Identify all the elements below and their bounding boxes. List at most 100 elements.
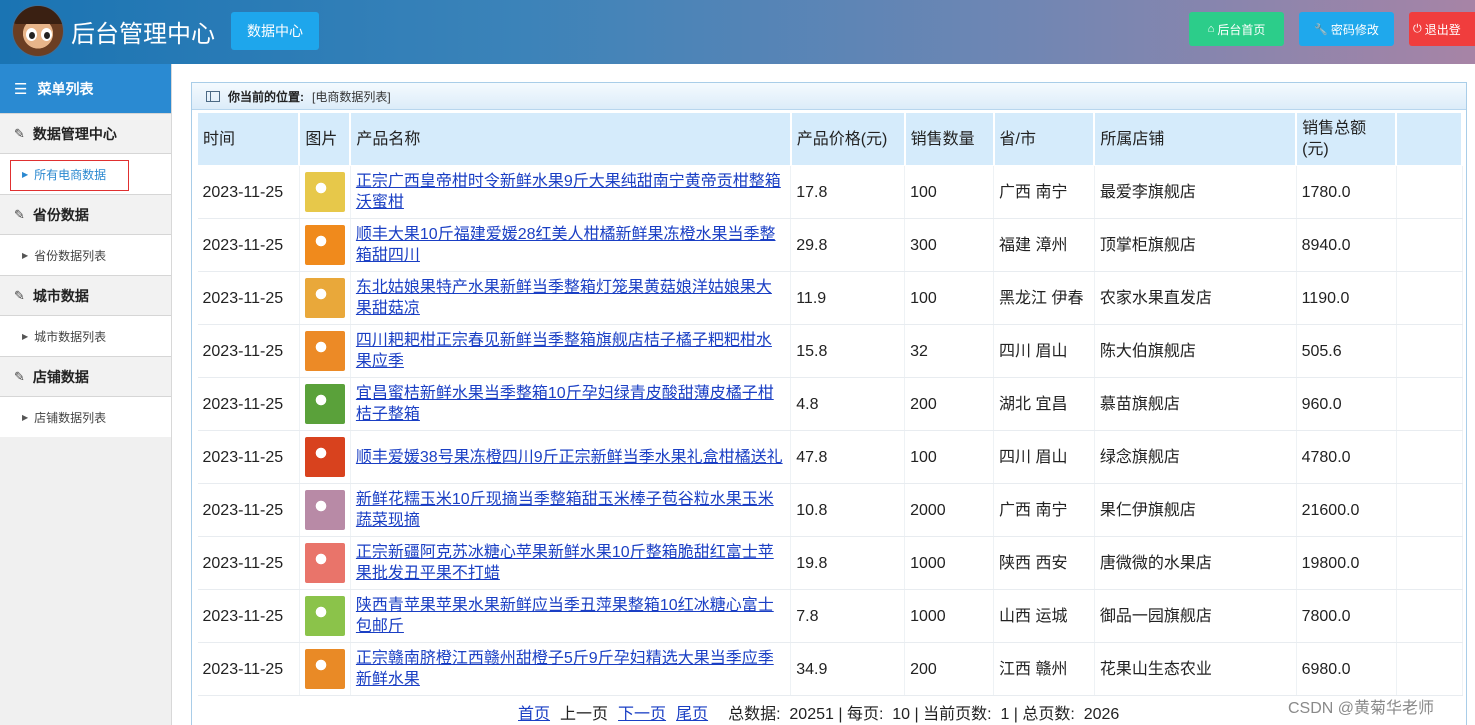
cell-region: 山西 运城 — [993, 589, 1095, 643]
menu-title: ☰ 菜单列表 — [0, 64, 171, 113]
sidebar-item-city-list[interactable]: ▶ 城市数据列表 — [0, 316, 171, 356]
product-name-link[interactable]: 宜昌蜜桔新鲜水果当季整箱10斤孕妇绿青皮酸甜薄皮橘子柑桔子整箱 — [356, 385, 774, 423]
sidebar-group-label: 省份数据 — [32, 206, 89, 223]
sidebar-group-label: 数据管理中心 — [32, 125, 117, 142]
column-header: 图片 — [298, 112, 352, 166]
sidebar-group-province[interactable]: ✎ 省份数据 — [0, 194, 171, 235]
cell-shop: 农家水果直发店 — [1094, 271, 1297, 325]
product-image — [304, 278, 345, 318]
logout-button[interactable]: ⏻ 退出登 — [1409, 12, 1475, 46]
table-row: 2023-11-25 正宗新疆阿克苏冰糖心苹果新鲜水果10斤整箱脆甜红富士苹果批发… — [197, 536, 1463, 590]
cell-quantity: 100 — [904, 271, 995, 325]
cell-empty — [1396, 589, 1463, 643]
edit-icon: ✎ — [14, 287, 25, 303]
cell-time: 2023-11-25 — [197, 483, 300, 537]
next-page-link[interactable]: 下一页 — [618, 700, 666, 724]
breadcrumb-value: [电商数据列表] — [312, 89, 391, 104]
prev-page-text: 上一页 — [560, 706, 609, 723]
table-row: 2023-11-25 顺丰大果10斤福建爱媛28红美人柑橘新鲜果冻橙水果当季整箱甜… — [197, 218, 1463, 272]
cell-quantity: 1000 — [904, 589, 995, 643]
cell-total: 21600.0 — [1296, 483, 1397, 537]
sidebar-group-city[interactable]: ✎ 城市数据 — [0, 275, 171, 316]
sidebar-item-province-list[interactable]: ▶ 省份数据列表 — [0, 235, 171, 275]
cell-region: 陕西 西安 — [993, 536, 1095, 590]
cell-region: 广西 南宁 — [993, 165, 1095, 219]
cell-price: 15.8 — [790, 324, 906, 378]
last-page-link[interactable]: 尾页 — [676, 700, 708, 724]
edit-icon: ✎ — [14, 206, 25, 222]
column-header: 时间 — [197, 112, 301, 166]
cell-total: 960.0 — [1296, 377, 1397, 431]
list-icon: ☰ — [14, 80, 28, 98]
sidebar-group-shop[interactable]: ✎ 店铺数据 — [0, 356, 171, 397]
cell-price: 10.8 — [790, 483, 906, 537]
table-row: 2023-11-25 正宗赣南脐橙江西赣州甜橙子5斤9斤孕妇精选大果当季应季新鲜水… — [197, 642, 1463, 696]
product-name-link[interactable]: 新鲜花糯玉米10斤现摘当季整箱甜玉米棒子苞谷粒水果玉米蔬菜现摘 — [356, 491, 774, 529]
cell-image — [299, 483, 351, 537]
cell-quantity: 2000 — [904, 483, 995, 537]
breadcrumb-label: 你当前的位置: — [228, 89, 304, 104]
caret-right-icon: ▶ — [22, 250, 29, 260]
cell-shop: 绿念旗舰店 — [1094, 430, 1297, 484]
sidebar-group-data-management[interactable]: ✎ 数据管理中心 — [0, 113, 171, 154]
product-name-link[interactable]: 正宗广西皇帝柑时令新鲜水果9斤大果纯甜南宁黄帝贡柑整箱沃蜜柑 — [356, 173, 781, 211]
cell-region: 广西 南宁 — [993, 483, 1095, 537]
caret-right-icon: ▶ — [22, 169, 29, 179]
column-header: 所属店铺 — [1093, 112, 1298, 166]
home-icon: ⌂ — [1207, 23, 1215, 35]
cell-price: 34.9 — [790, 642, 906, 696]
cell-time: 2023-11-25 — [197, 324, 300, 378]
edit-icon: ✎ — [14, 368, 25, 384]
cell-time: 2023-11-25 — [197, 642, 300, 696]
cell-product-name: 顺丰爱媛38号果冻橙四川9斤正宗新鲜当季水果礼盒柑橘送礼 — [350, 430, 792, 484]
sidebar-group-label: 店铺数据 — [32, 368, 89, 385]
cell-product-name: 四川耙耙柑正宗春见新鲜当季整箱旗舰店桔子橘子粑粑柑水果应季 — [350, 324, 792, 378]
product-name-link[interactable]: 顺丰大果10斤福建爱媛28红美人柑橘新鲜果冻橙水果当季整箱甜四川 — [356, 226, 776, 264]
admin-home-label: 后台首页 — [1217, 22, 1266, 37]
cell-region: 江西 赣州 — [993, 642, 1095, 696]
cell-total: 1780.0 — [1296, 165, 1397, 219]
product-name-link[interactable]: 正宗新疆阿克苏冰糖心苹果新鲜水果10斤整箱脆甜红富士苹果批发丑平果不打蜡 — [356, 544, 774, 582]
power-icon: ⏻ — [1413, 22, 1422, 35]
product-name-link[interactable]: 陕西青苹果苹果水果新鲜应当季丑萍果整箱10红冰糖心富士包邮斤 — [356, 597, 774, 635]
data-center-button[interactable]: 数据中心 — [231, 12, 319, 50]
sidebar-item-shop-list[interactable]: ▶ 店铺数据列表 — [0, 397, 171, 437]
product-name-link[interactable]: 正宗赣南脐橙江西赣州甜橙子5斤9斤孕妇精选大果当季应季新鲜水果 — [356, 650, 774, 688]
logout-label: 退出登 — [1424, 22, 1461, 37]
table-row: 2023-11-25 顺丰爱媛38号果冻橙四川9斤正宗新鲜当季水果礼盒柑橘送礼 47… — [197, 430, 1463, 484]
cell-empty — [1396, 377, 1463, 431]
change-password-button[interactable]: 🔧 密码修改 — [1299, 12, 1394, 46]
cell-product-name: 正宗新疆阿克苏冰糖心苹果新鲜水果10斤整箱脆甜红富士苹果批发丑平果不打蜡 — [350, 536, 792, 590]
product-image — [304, 384, 345, 424]
table-row: 2023-11-25 陕西青苹果苹果水果新鲜应当季丑萍果整箱10红冰糖心富士包邮斤… — [197, 589, 1463, 643]
product-name-link[interactable]: 四川耙耙柑正宗春见新鲜当季整箱旗舰店桔子橘子粑粑柑水果应季 — [356, 332, 772, 370]
admin-home-button[interactable]: ⌂ 后台首页 — [1189, 12, 1284, 46]
first-page-link[interactable]: 首页 — [518, 700, 550, 724]
product-name-link[interactable]: 东北姑娘果特产水果新鲜当季整箱灯笼果黄菇娘洋姑娘果大果甜菇凉 — [356, 279, 772, 317]
cell-price: 29.8 — [790, 218, 906, 272]
column-header-empty — [1395, 112, 1463, 166]
cell-image — [299, 589, 351, 643]
panel-icon — [206, 90, 220, 102]
column-header: 产品名称 — [349, 112, 792, 166]
table-row: 2023-11-25 正宗广西皇帝柑时令新鲜水果9斤大果纯甜南宁黄帝贡柑整箱沃蜜柑… — [197, 165, 1463, 219]
cell-shop: 御品一园旗舰店 — [1094, 589, 1297, 643]
product-name-link[interactable]: 顺丰爱媛38号果冻橙四川9斤正宗新鲜当季水果礼盒柑橘送礼 — [356, 449, 783, 466]
sidebar: ☰ 菜单列表 ✎ 数据管理中心 ▶ 所有电商数据 ✎ 省份数据 ▶ 省份数据列表… — [0, 64, 172, 725]
cell-image — [299, 642, 351, 696]
sidebar-item-label: 店铺数据列表 — [34, 410, 107, 425]
cell-empty — [1396, 271, 1463, 325]
column-header: 产品价格(元) — [790, 112, 906, 166]
sidebar-group-label: 城市数据 — [32, 287, 89, 304]
cell-image — [299, 218, 351, 272]
cell-quantity: 200 — [904, 377, 995, 431]
cell-price: 47.8 — [790, 430, 906, 484]
cell-quantity: 100 — [904, 430, 995, 484]
cell-quantity: 1000 — [904, 536, 995, 590]
cell-product-name: 宜昌蜜桔新鲜水果当季整箱10斤孕妇绿青皮酸甜薄皮橘子柑桔子整箱 — [350, 377, 792, 431]
cell-time: 2023-11-25 — [197, 271, 300, 325]
cell-shop: 顶掌柜旗舰店 — [1094, 218, 1297, 272]
cell-image — [299, 536, 351, 590]
cell-total: 19800.0 — [1296, 536, 1397, 590]
sidebar-item-all-ecommerce[interactable]: ▶ 所有电商数据 — [0, 154, 171, 194]
